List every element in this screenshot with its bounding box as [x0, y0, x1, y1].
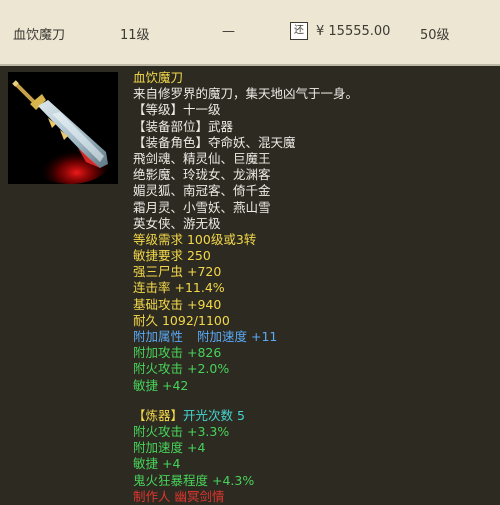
stat-line: 连击率 +11.4% [133, 280, 225, 296]
item-level-cell: 11级 [120, 28, 150, 43]
empty-cell: — [222, 24, 235, 39]
role-line: 媚灵狐、南冠客、倚千金 [133, 183, 271, 199]
stat-line: 等级需求 100级或3转 [133, 231, 257, 247]
price-value: ¥ 15555.00 [316, 23, 391, 39]
attr-value: 附加速度 +11 [197, 329, 278, 344]
refine-line: 【炼器】开光次数 5 [133, 408, 493, 424]
refine-stat: 鬼火狂暴程度 +4.3% [133, 472, 255, 488]
maker-line: 制作人 幽冥剑情 [133, 488, 225, 504]
bargain-badge: 还 [290, 22, 308, 40]
role-line: 绝影魔、玲珑女、龙渊客 [133, 167, 271, 183]
extra-line: 敏捷 +42 [133, 377, 189, 393]
attr-line: 附加属性 附加速度 +11 [133, 329, 493, 345]
item-slot: 【装备部位】武器 [133, 118, 234, 134]
listing-row[interactable]: 血饮魔刀 11级 — 还 ¥ 15555.00 50级 [0, 0, 500, 64]
role-line: 英女侠、游无极 [133, 215, 221, 231]
item-desc: 来自修罗界的魔刀，集天地凶气于一身。 [133, 86, 359, 102]
item-grade: 【等级】十一级 [133, 102, 221, 118]
sword-icon [8, 72, 118, 184]
item-name-cell[interactable]: 血饮魔刀 [13, 24, 65, 43]
refine-stat: 附火攻击 +3.3% [133, 423, 230, 439]
price-cell: 还 ¥ 15555.00 [290, 22, 390, 40]
item-description: 血饮魔刀 来自修罗界的魔刀，集天地凶气于一身。 【等级】十一级 【装备部位】武器… [133, 70, 493, 505]
min-level-cell: 50级 [420, 28, 450, 43]
refine-label: 【炼器】 [133, 407, 184, 423]
stat-line: 强三尸虫 +720 [133, 264, 222, 280]
stat-line: 基础攻击 +940 [133, 296, 222, 312]
refine-value: 开光次数 5 [183, 407, 245, 423]
extra-line: 附加攻击 +826 [133, 345, 222, 361]
refine-stat: 附加速度 +4 [133, 440, 206, 456]
role-line: 飛剑魂、精灵仙、巨魔王 [133, 150, 271, 166]
extra-line: 附火攻击 +2.0% [133, 361, 230, 377]
refine-stat: 敏捷 +4 [133, 456, 181, 472]
stat-line: 耐久 1092/1100 [133, 312, 230, 328]
role-line: 霜月灵、小雪妖、燕山雪 [133, 199, 271, 215]
stat-line: 敏捷要求 250 [133, 248, 211, 264]
roles-header: 【装备角色】夺命妖、混天魔 [133, 134, 296, 150]
item-title: 血饮魔刀 [133, 70, 184, 85]
attr-label: 附加属性 [133, 329, 184, 344]
item-tooltip: 血饮魔刀 来自修罗界的魔刀，集天地凶气于一身。 【等级】十一级 【装备部位】武器… [0, 66, 500, 504]
